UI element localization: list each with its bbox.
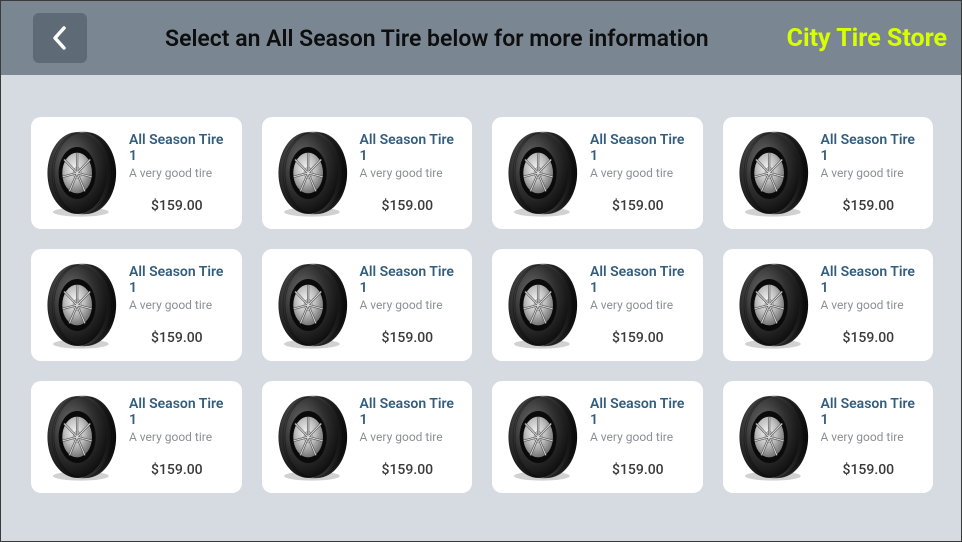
product-description: A very good tire	[821, 166, 924, 180]
product-info: All Season Tire 1A very good tire $159.00	[129, 396, 232, 479]
tire-icon	[731, 390, 811, 484]
tire-icon	[270, 390, 350, 484]
product-info: All Season Tire 1A very good tire $159.00	[590, 264, 693, 347]
product-description: A very good tire	[129, 430, 232, 444]
product-price: $159.00	[129, 330, 232, 346]
chevron-left-icon	[49, 25, 71, 51]
product-title: All Season Tire 1	[129, 264, 232, 298]
product-title: All Season Tire 1	[590, 396, 693, 430]
product-info: All Season Tire 1A very good tire $159.00	[821, 132, 924, 215]
tire-icon	[39, 390, 119, 484]
product-price: $159.00	[129, 198, 232, 214]
product-info: All Season Tire 1A very good tire $159.00	[360, 132, 463, 215]
product-price: $159.00	[129, 462, 232, 478]
product-card[interactable]: All Season Tire 1A very good tire $159.00	[31, 117, 242, 229]
tire-icon	[500, 126, 580, 220]
product-card[interactable]: All Season Tire 1A very good tire $159.00	[262, 117, 473, 229]
product-description: A very good tire	[590, 298, 693, 312]
tire-icon	[500, 258, 580, 352]
tire-icon	[500, 390, 580, 484]
product-info: All Season Tire 1A very good tire $159.00	[821, 264, 924, 347]
product-card[interactable]: All Season Tire 1A very good tire $159.00	[492, 117, 703, 229]
product-card[interactable]: All Season Tire 1A very good tire $159.00	[723, 249, 934, 361]
product-title: All Season Tire 1	[590, 264, 693, 298]
product-description: A very good tire	[129, 298, 232, 312]
tire-icon	[39, 126, 119, 220]
product-info: All Season Tire 1A very good tire $159.00	[360, 396, 463, 479]
product-title: All Season Tire 1	[821, 396, 924, 430]
product-info: All Season Tire 1A very good tire $159.00	[360, 264, 463, 347]
product-info: All Season Tire 1A very good tire $159.00	[129, 264, 232, 347]
product-description: A very good tire	[821, 430, 924, 444]
product-card[interactable]: All Season Tire 1A very good tire $159.00	[262, 381, 473, 493]
product-grid: All Season Tire 1A very good tire$159.00…	[1, 75, 961, 515]
product-description: A very good tire	[590, 430, 693, 444]
product-info: All Season Tire 1A very good tire $159.00	[590, 396, 693, 479]
product-description: A very good tire	[360, 166, 463, 180]
product-price: $159.00	[590, 462, 693, 478]
tire-icon	[39, 258, 119, 352]
back-button[interactable]	[33, 13, 87, 63]
tire-icon	[270, 258, 350, 352]
product-info: All Season Tire 1A very good tire $159.00	[590, 132, 693, 215]
tire-icon	[731, 126, 811, 220]
product-price: $159.00	[821, 330, 924, 346]
product-info: All Season Tire 1A very good tire $159.00	[821, 396, 924, 479]
tire-icon	[270, 126, 350, 220]
product-price: $159.00	[821, 198, 924, 214]
product-title: All Season Tire 1	[360, 396, 463, 430]
product-description: A very good tire	[360, 298, 463, 312]
page-title: Select an All Season Tire below for more…	[103, 25, 771, 52]
product-description: A very good tire	[590, 166, 693, 180]
header-bar: Select an All Season Tire below for more…	[1, 1, 961, 75]
product-title: All Season Tire 1	[821, 264, 924, 298]
product-card[interactable]: All Season Tire 1A very good tire $159.00	[723, 381, 934, 493]
product-price: $159.00	[360, 198, 463, 214]
product-price: $159.00	[590, 198, 693, 214]
product-description: A very good tire	[129, 166, 232, 180]
product-title: All Season Tire 1	[590, 132, 693, 166]
product-price: $159.00	[590, 330, 693, 346]
product-card[interactable]: All Season Tire 1A very good tire $159.00	[31, 381, 242, 493]
store-name: City Tire Store	[787, 24, 951, 53]
product-title: All Season Tire 1	[360, 264, 463, 298]
product-title: All Season Tire 1	[360, 132, 463, 166]
product-card[interactable]: All Season Tire 1A very good tire $159.00	[723, 117, 934, 229]
product-title: All Season Tire 1	[129, 396, 232, 430]
product-info: All Season Tire 1A very good tire $159.00	[129, 132, 232, 215]
product-price: $159.00	[821, 462, 924, 478]
product-title: All Season Tire 1	[821, 132, 924, 166]
product-title: All Season Tire 1	[129, 132, 232, 166]
product-description: A very good tire	[360, 430, 463, 444]
product-card[interactable]: All Season Tire 1A very good tire $159.00	[31, 249, 242, 361]
product-description: A very good tire	[821, 298, 924, 312]
product-price: $159.00	[360, 462, 463, 478]
product-card[interactable]: All Season Tire 1A very good tire $159.00	[262, 249, 473, 361]
tire-icon	[731, 258, 811, 352]
product-card[interactable]: All Season Tire 1A very good tire $159.00	[492, 249, 703, 361]
product-price: $159.00	[360, 330, 463, 346]
product-card[interactable]: All Season Tire 1A very good tire $159.00	[492, 381, 703, 493]
